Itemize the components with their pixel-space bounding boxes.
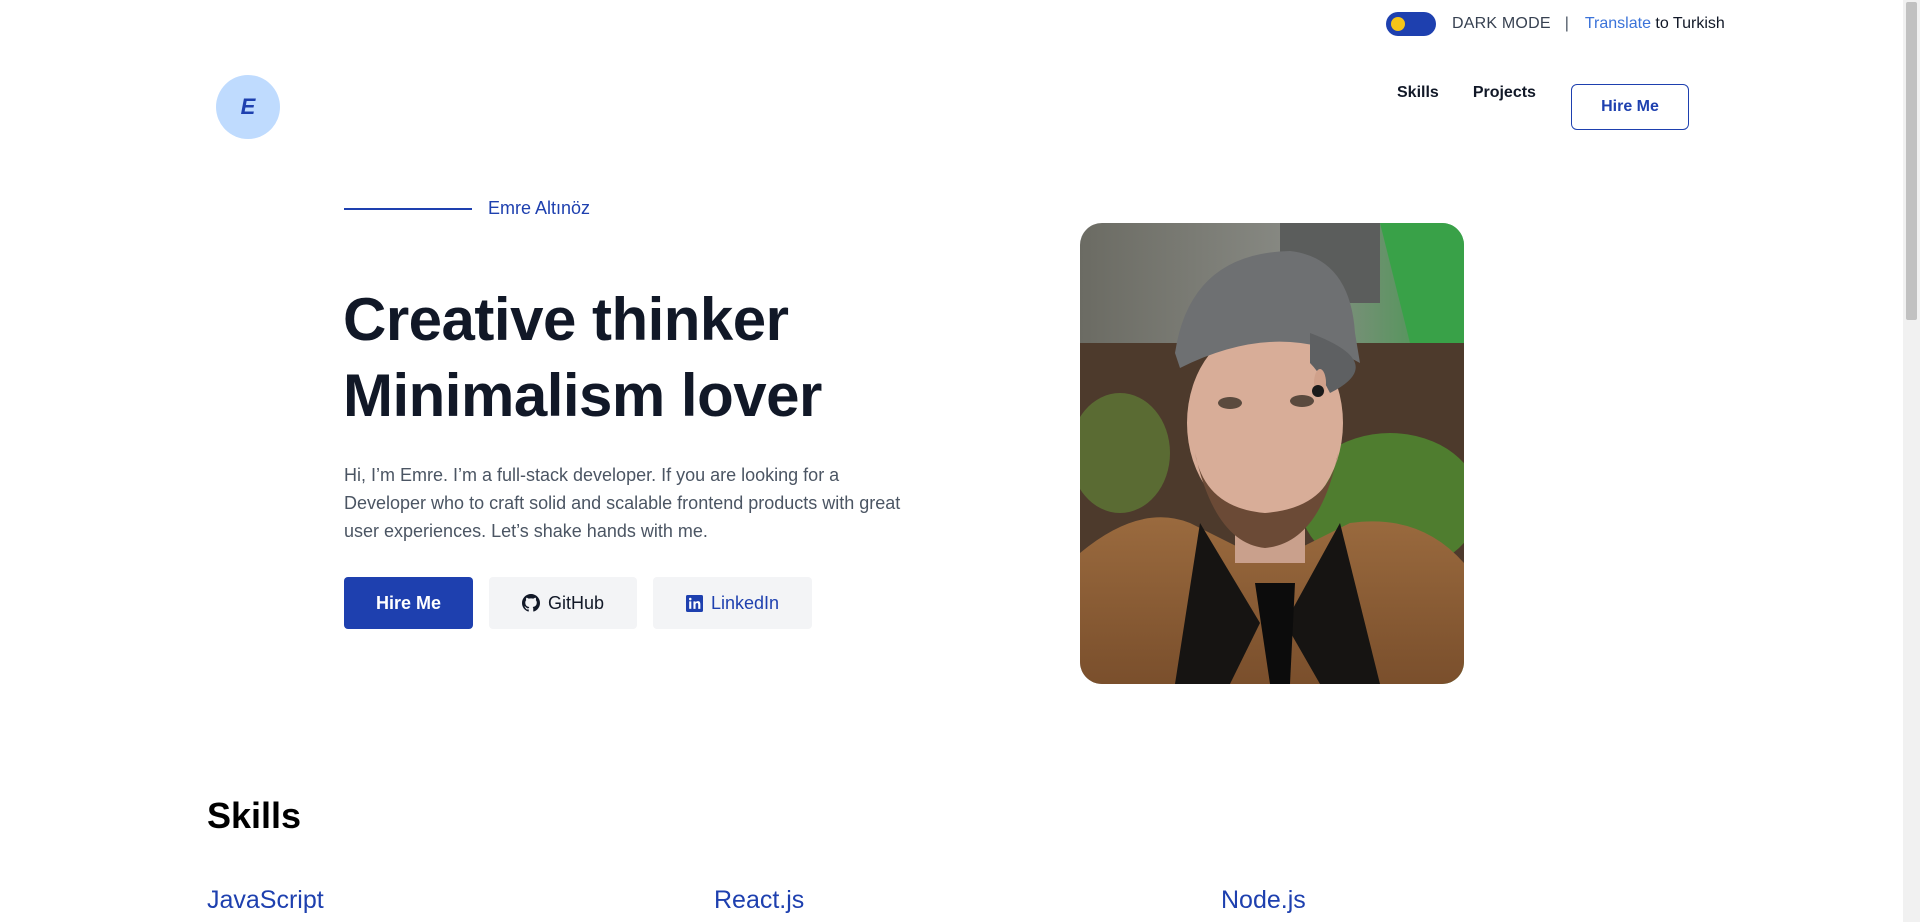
nav-link-skills[interactable]: Skills (1397, 84, 1439, 102)
profile-photo (1080, 223, 1464, 684)
skill-reactjs: React.js (714, 886, 805, 914)
github-icon (521, 594, 540, 612)
linkedin-button[interactable]: LinkedIn (653, 577, 812, 629)
page-scrollbar[interactable] (1903, 0, 1920, 922)
separator: | (1564, 14, 1569, 32)
hero-headline: Creative thinker Minimalism lover (343, 282, 822, 434)
scrollbar-thumb[interactable] (1906, 2, 1917, 320)
skill-javascript: JavaScript (207, 886, 324, 914)
logo-badge[interactable]: E (216, 75, 280, 139)
dark-mode-label: DARK MODE (1452, 14, 1551, 32)
hero-eyebrow: Emre Altınöz (344, 198, 590, 219)
translate-link[interactable]: Translate (1585, 15, 1651, 32)
hero-intro: Hi, I’m Emre. I’m a full-stack developer… (344, 465, 901, 541)
skills-heading: Skills (207, 795, 302, 836)
nav-link-projects[interactable]: Projects (1473, 84, 1536, 102)
toggle-knob (1391, 16, 1405, 31)
hero-actions: Hire Me GitHub LinkedIn (344, 577, 812, 629)
author-name: Emre Altınöz (488, 198, 591, 218)
eyebrow-line (344, 207, 472, 210)
top-utility-bar: DARK MODE | Translate to Turkish (1386, 11, 1725, 36)
github-button[interactable]: GitHub (489, 577, 637, 629)
headline-line-2: Minimalism lover (343, 362, 822, 429)
translate-text: Translate to Turkish (1585, 15, 1725, 33)
skill-nodejs: Node.js (1221, 886, 1306, 914)
nav-hire-me-button[interactable]: Hire Me (1571, 84, 1689, 130)
linkedin-label: LinkedIn (710, 592, 780, 613)
headline-line-1: Creative thinker (343, 286, 789, 353)
main-nav: Skills Projects (1381, 84, 1536, 102)
linkedin-icon (685, 594, 703, 612)
github-label: GitHub (547, 592, 605, 613)
hire-me-button[interactable]: Hire Me (344, 577, 473, 629)
translate-target-text: to Turkish (1650, 14, 1725, 32)
dark-mode-toggle[interactable] (1386, 11, 1436, 36)
